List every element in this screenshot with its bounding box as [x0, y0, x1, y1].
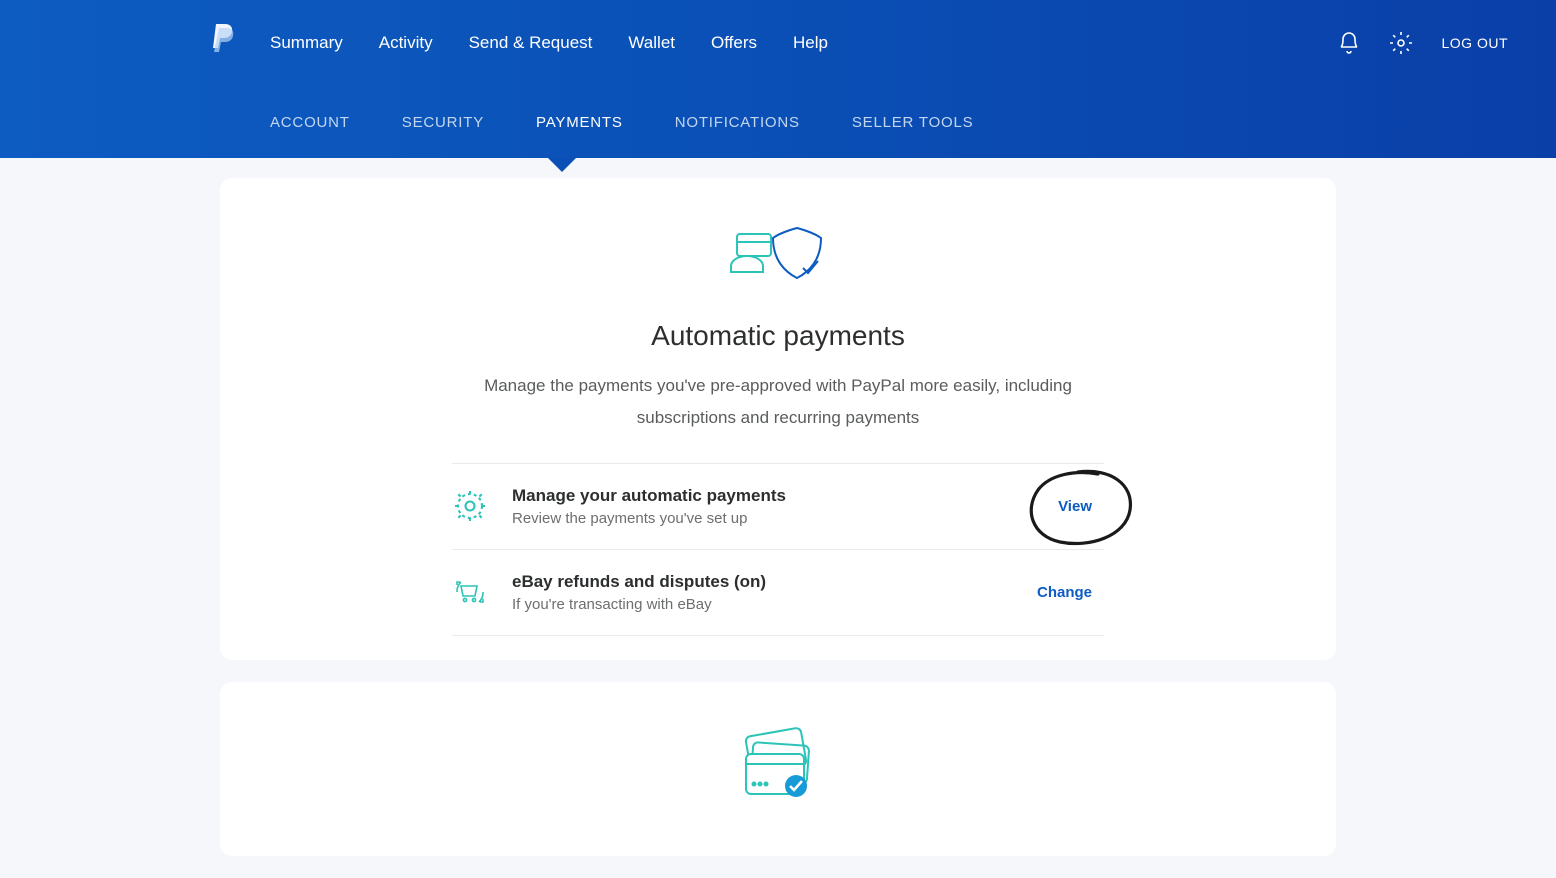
second-card [220, 682, 1336, 856]
row-body: eBay refunds and disputes (on) If you're… [492, 572, 1025, 613]
active-tab-indicator-icon [548, 158, 576, 172]
top-nav: Summary Activity Send & Request Wallet O… [0, 0, 1556, 86]
primary-nav: Summary Activity Send & Request Wallet O… [270, 33, 828, 53]
settings-icon[interactable] [1389, 31, 1413, 55]
page-description: Manage the payments you've pre-approved … [458, 370, 1098, 435]
row-title: Manage your automatic payments [512, 486, 1046, 506]
nav-send-request[interactable]: Send & Request [469, 33, 593, 53]
content: Automatic payments Manage the payments y… [220, 178, 1336, 856]
automatic-payments-card: Automatic payments Manage the payments y… [220, 178, 1336, 660]
cards-hero-icon [220, 724, 1336, 804]
row-subtitle: If you're transacting with eBay [512, 596, 1025, 613]
manage-automatic-payments-row: Manage your automatic payments Review th… [452, 463, 1104, 549]
tab-security[interactable]: SECURITY [402, 114, 484, 131]
tab-seller-tools[interactable]: SELLER TOOLS [852, 114, 974, 131]
cart-refresh-icon [452, 574, 492, 610]
tab-account[interactable]: ACCOUNT [270, 114, 350, 131]
secondary-nav: ACCOUNT SECURITY PAYMENTS NOTIFICATIONS … [0, 86, 1556, 158]
row-title: eBay refunds and disputes (on) [512, 572, 1025, 592]
nav-summary[interactable]: Summary [270, 33, 343, 53]
row-body: Manage your automatic payments Review th… [492, 486, 1046, 527]
paypal-logo-icon[interactable] [208, 24, 234, 59]
nav-offers[interactable]: Offers [711, 33, 757, 53]
tab-payments[interactable]: PAYMENTS [536, 114, 623, 131]
settings-list: Manage your automatic payments Review th… [452, 463, 1104, 636]
nav-help[interactable]: Help [793, 33, 828, 53]
change-link[interactable]: Change [1025, 576, 1104, 609]
view-link-label: View [1058, 498, 1092, 515]
nav-wallet[interactable]: Wallet [628, 33, 675, 53]
change-link-label: Change [1037, 584, 1092, 601]
page-title: Automatic payments [220, 320, 1336, 352]
nav-activity[interactable]: Activity [379, 33, 433, 53]
automatic-payments-hero-icon [220, 220, 1336, 292]
row-subtitle: Review the payments you've set up [512, 510, 1046, 527]
tab-notifications[interactable]: NOTIFICATIONS [675, 114, 800, 131]
nav-right: LOG OUT [1337, 31, 1508, 55]
gear-icon [452, 488, 492, 524]
header: Summary Activity Send & Request Wallet O… [0, 0, 1556, 158]
logout-link[interactable]: LOG OUT [1441, 35, 1508, 51]
view-link[interactable]: View [1046, 490, 1104, 523]
ebay-refunds-row: eBay refunds and disputes (on) If you're… [452, 549, 1104, 636]
notifications-icon[interactable] [1337, 31, 1361, 55]
